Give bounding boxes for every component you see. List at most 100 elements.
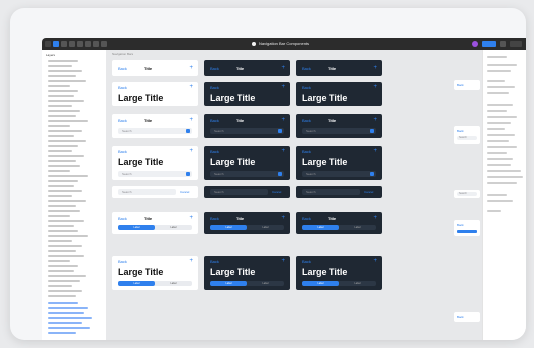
property-row[interactable] [487, 116, 517, 118]
property-row[interactable] [487, 170, 521, 172]
add-icon[interactable]: + [189, 148, 193, 154]
layer-item[interactable] [48, 110, 80, 112]
search-field[interactable]: Search [118, 171, 192, 177]
segment-selected[interactable]: Label [302, 281, 339, 286]
property-row[interactable] [487, 210, 501, 212]
layer-item[interactable] [48, 155, 84, 157]
segment[interactable]: Label [247, 281, 284, 286]
segmented-control[interactable]: Label Label [210, 225, 284, 230]
layer-item[interactable] [48, 85, 70, 87]
mini-nav-bottom[interactable]: Back [454, 312, 480, 322]
add-icon[interactable]: + [189, 215, 193, 221]
property-row[interactable] [487, 110, 507, 112]
segmented-control[interactable]: Label Label [118, 281, 192, 286]
mini-nav-segment[interactable]: Back [454, 220, 480, 236]
add-icon[interactable]: + [189, 65, 193, 71]
layer-item[interactable] [48, 250, 76, 252]
large-title-bar-dark[interactable]: Back + Large Title [204, 82, 290, 106]
document-title[interactable]: Navigation Bar Components [252, 41, 309, 47]
layer-item[interactable] [48, 295, 76, 297]
layer-item[interactable] [48, 230, 78, 232]
segmented-control[interactable] [457, 230, 477, 233]
layer-item[interactable] [48, 105, 72, 107]
back-button[interactable]: Back [118, 85, 127, 90]
comment-icon[interactable] [101, 41, 107, 47]
layer-item[interactable] [48, 240, 72, 242]
nav-bar-dark-alt[interactable]: Back Title + [296, 60, 382, 76]
segment[interactable]: Label [155, 225, 192, 230]
back-button[interactable]: Back [457, 83, 464, 87]
hand-icon[interactable] [93, 41, 99, 47]
search-field[interactable]: Search [118, 128, 192, 134]
add-icon[interactable]: + [189, 117, 193, 123]
nav-segment-dark[interactable]: Back Title + Label Label [204, 212, 290, 234]
cancel-button[interactable]: Cancel [180, 190, 189, 194]
nav-search-dark-alt[interactable]: Back Title + Search [296, 114, 382, 138]
search-cancel-light[interactable]: Search Cancel [112, 186, 198, 198]
segment-selected[interactable]: Label [118, 225, 155, 230]
layer-item[interactable] [48, 290, 82, 292]
play-icon[interactable] [500, 41, 506, 47]
back-button[interactable]: Back [302, 216, 311, 221]
layer-item[interactable] [48, 125, 70, 127]
property-row[interactable] [487, 92, 509, 94]
nav-search-dark[interactable]: Back Title + Search [204, 114, 290, 138]
back-button[interactable]: Back [210, 216, 219, 221]
property-row[interactable] [487, 134, 515, 136]
back-button[interactable]: Back [118, 118, 127, 123]
property-row[interactable] [487, 80, 505, 82]
large-title-bar-dark-alt[interactable]: Back + Large Title [296, 82, 382, 106]
layer-item[interactable] [48, 175, 88, 177]
property-row[interactable] [487, 146, 517, 148]
search-field[interactable]: Search [302, 189, 360, 195]
layer-item[interactable] [48, 100, 84, 102]
property-row[interactable] [487, 164, 511, 166]
mic-icon[interactable] [186, 172, 190, 176]
property-row[interactable] [487, 200, 513, 202]
nav-segment-dark-alt[interactable]: Back Title + Label Label [296, 212, 382, 234]
large-title-bar-light[interactable]: Back + Large Title [112, 82, 198, 106]
layer-item[interactable] [48, 165, 80, 167]
back-button[interactable]: Back [210, 118, 219, 123]
component-item[interactable] [48, 322, 82, 324]
mic-icon[interactable] [370, 172, 374, 176]
back-button[interactable]: Back [457, 315, 464, 319]
add-icon[interactable]: + [373, 117, 377, 123]
shape-icon[interactable] [69, 41, 75, 47]
add-icon[interactable]: + [373, 65, 377, 71]
layer-item[interactable] [48, 135, 74, 137]
back-button[interactable]: Back [118, 149, 127, 154]
layer-item[interactable] [48, 145, 78, 147]
cancel-button[interactable]: Cancel [272, 190, 281, 194]
layer-item[interactable] [48, 180, 78, 182]
component-item[interactable] [48, 332, 76, 334]
property-row[interactable] [487, 182, 517, 184]
segment-selected[interactable]: Label [210, 225, 247, 230]
search-field[interactable]: Search [210, 171, 284, 177]
segment-selected[interactable]: Label [302, 225, 339, 230]
search-field[interactable]: Search [457, 192, 477, 196]
layer-item[interactable] [48, 205, 76, 207]
layer-item[interactable] [48, 270, 74, 272]
back-button[interactable]: Back [302, 66, 311, 71]
component-item[interactable] [48, 317, 92, 319]
large-title-segment-light[interactable]: Back + Large Title Label Label [112, 256, 198, 290]
nav-segment-light[interactable]: Back Title + Label Label [112, 212, 198, 234]
add-icon[interactable]: + [281, 215, 285, 221]
back-button[interactable]: Back [457, 129, 464, 133]
segment[interactable]: Label [155, 281, 192, 286]
property-row[interactable] [487, 158, 513, 160]
property-row[interactable] [487, 176, 523, 178]
zoom-control[interactable] [510, 41, 522, 47]
mic-icon[interactable] [278, 129, 282, 133]
segment-selected[interactable]: Label [210, 281, 247, 286]
layer-item[interactable] [48, 255, 84, 257]
mic-icon[interactable] [278, 172, 282, 176]
layer-item[interactable] [48, 60, 78, 62]
layer-item[interactable] [48, 130, 82, 132]
layer-item[interactable] [48, 235, 88, 237]
layer-item[interactable] [48, 210, 80, 212]
layer-item[interactable] [48, 190, 82, 192]
search-field[interactable]: Search [302, 128, 376, 134]
large-title-search-dark-alt[interactable]: Back + Large Title Search [296, 146, 382, 180]
